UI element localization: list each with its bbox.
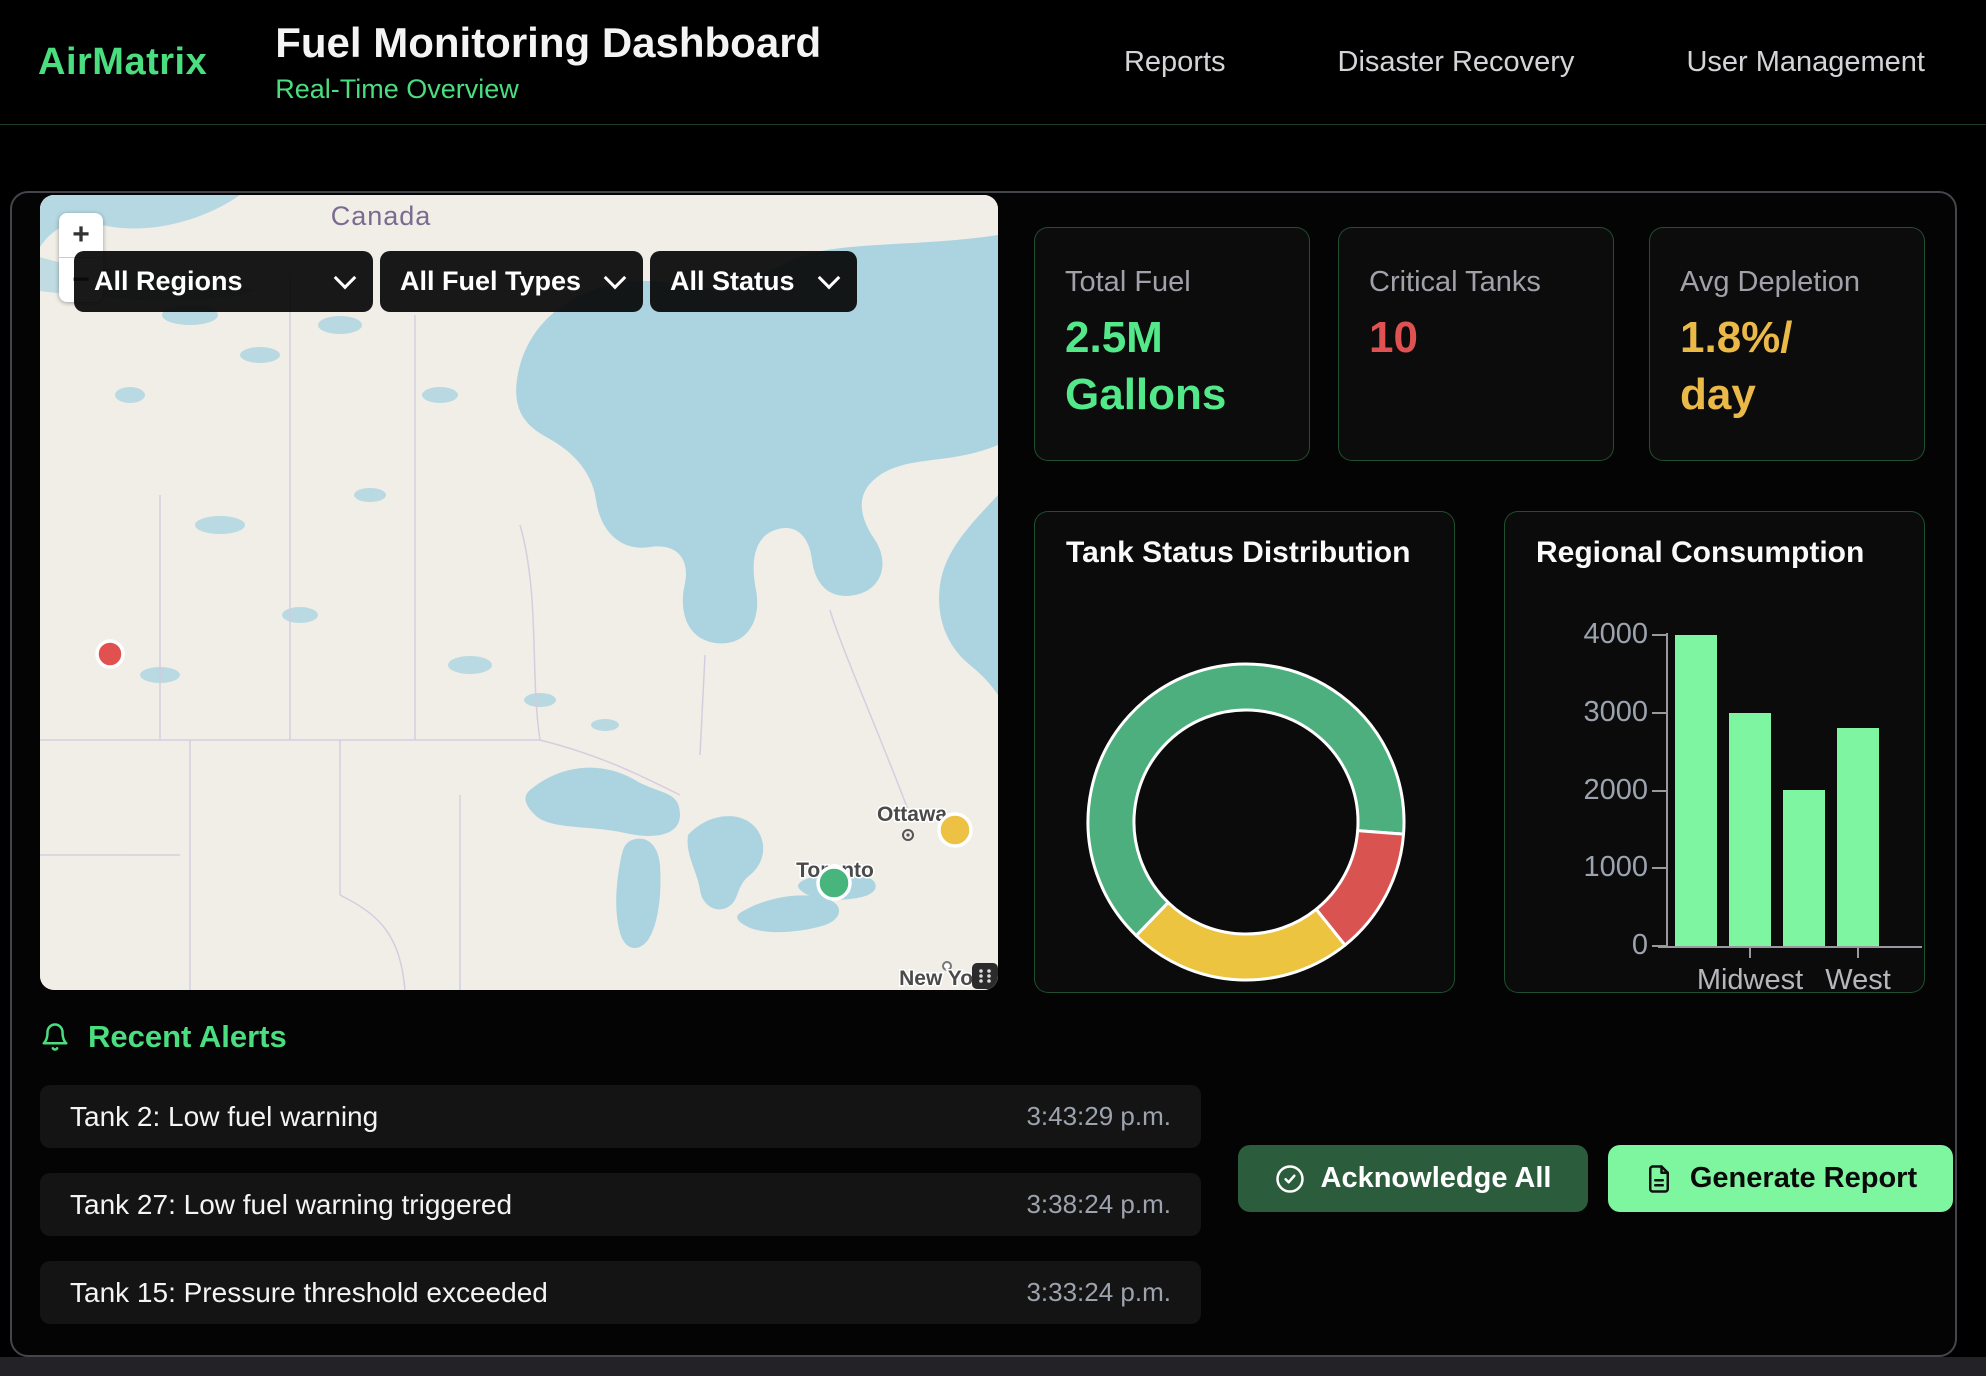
bar-chart-x-axis <box>1658 946 1922 948</box>
y-axis-tick-label: 2000 <box>1538 774 1648 807</box>
stat-card-total-fuel: Total Fuel 2.5MGallons <box>1034 227 1310 461</box>
check-circle-icon <box>1275 1164 1305 1194</box>
page-subtitle: Real-Time Overview <box>275 74 821 105</box>
fuel-type-filter-label: All Fuel Types <box>400 266 581 297</box>
top-header: AirMatrix Fuel Monitoring Dashboard Real… <box>0 0 1986 125</box>
fuel-monitoring-dashboard: { "header": { "brand": "AirMatrix", "tit… <box>0 0 1986 1376</box>
bottom-strip <box>0 1357 1986 1376</box>
tank-map[interactable]: Canada Toronto Ottawa New York + <box>40 195 998 990</box>
status-filter-label: All Status <box>670 266 795 297</box>
y-axis-tick-label: 1000 <box>1538 851 1648 884</box>
resize-grip-icon[interactable] <box>972 963 998 989</box>
tank-status-chart-title: Tank Status Distribution <box>1066 536 1410 570</box>
main-nav: Reports Disaster Recovery User Managemen… <box>1124 46 1986 79</box>
donut-segment-warning <box>1136 903 1345 980</box>
page-title: Fuel Monitoring Dashboard <box>275 19 821 67</box>
y-axis-tick <box>1652 712 1666 714</box>
tank-status-card: Tank Status Distribution <box>1034 511 1455 993</box>
y-axis-tick <box>1652 790 1666 792</box>
x-axis-tick-label: West <box>1825 964 1891 997</box>
alert-row: Tank 2: Low fuel warning 3:43:29 p.m. <box>40 1085 1201 1148</box>
generate-report-button[interactable]: Generate Report <box>1608 1145 1953 1212</box>
alerts-header: Recent Alerts <box>40 1019 287 1055</box>
y-axis-tick-label: 3000 <box>1538 696 1648 729</box>
y-axis-tick-label: 4000 <box>1538 618 1648 651</box>
alerts-title: Recent Alerts <box>88 1019 287 1055</box>
stat-value: 10 <box>1369 309 1583 366</box>
map-label-canada: Canada <box>331 201 432 231</box>
stat-label: Avg Depletion <box>1680 266 1894 299</box>
stat-label: Total Fuel <box>1065 266 1279 299</box>
x-axis-tick <box>1749 948 1751 958</box>
status-filter-dropdown[interactable]: All Status <box>650 251 857 312</box>
alert-time: 3:38:24 p.m. <box>1026 1189 1171 1220</box>
x-axis-tick <box>1857 948 1859 958</box>
tank-status-donut-chart <box>1076 652 1416 992</box>
map-filter-bar: All Regions All Fuel Types All Status <box>74 251 857 312</box>
stat-card-avg-depletion: Avg Depletion 1.8%/day <box>1649 227 1925 461</box>
nav-item-user-management[interactable]: User Management <box>1686 46 1925 79</box>
stat-label: Critical Tanks <box>1369 266 1583 299</box>
consumption-bar <box>1783 790 1825 946</box>
alert-text: Tank 27: Low fuel warning triggered <box>70 1189 512 1221</box>
acknowledge-all-label: Acknowledge All <box>1321 1162 1552 1195</box>
consumption-bar <box>1729 713 1771 946</box>
regional-chart-title: Regional Consumption <box>1536 536 1864 570</box>
y-axis-tick <box>1652 634 1666 636</box>
ottawa-town-dot <box>906 833 909 836</box>
generate-report-label: Generate Report <box>1690 1162 1917 1195</box>
tank-marker-warning[interactable] <box>939 814 971 846</box>
stat-value: 2.5MGallons <box>1065 309 1279 423</box>
y-axis-tick <box>1652 945 1666 947</box>
consumption-bar <box>1675 635 1717 946</box>
region-filter-dropdown[interactable]: All Regions <box>74 251 373 312</box>
consumption-bar <box>1837 728 1879 946</box>
y-axis-tick-label: 0 <box>1538 929 1648 962</box>
main-panel: Canada Toronto Ottawa New York + <box>10 191 1957 1357</box>
alert-time: 3:43:29 p.m. <box>1026 1101 1171 1132</box>
chevron-down-icon <box>604 267 627 290</box>
document-icon <box>1644 1164 1674 1194</box>
region-filter-label: All Regions <box>94 266 243 297</box>
alert-row: Tank 15: Pressure threshold exceeded 3:3… <box>40 1261 1201 1324</box>
nav-item-disaster-recovery[interactable]: Disaster Recovery <box>1338 46 1575 79</box>
chevron-down-icon <box>334 267 357 290</box>
tank-marker-normal[interactable] <box>818 867 850 899</box>
tank-marker-critical[interactable] <box>97 641 123 667</box>
fuel-type-filter-dropdown[interactable]: All Fuel Types <box>380 251 643 312</box>
bar-chart-plot-area <box>1668 635 1918 946</box>
chevron-down-icon <box>818 267 841 290</box>
map-label-ottawa: Ottawa <box>877 803 947 826</box>
alert-text: Tank 15: Pressure threshold exceeded <box>70 1277 548 1309</box>
x-axis-tick-label: Midwest <box>1697 964 1803 997</box>
stat-value: 1.8%/day <box>1680 309 1894 423</box>
title-block: Fuel Monitoring Dashboard Real-Time Over… <box>275 19 821 105</box>
alert-row: Tank 27: Low fuel warning triggered 3:38… <box>40 1173 1201 1236</box>
bell-icon <box>40 1021 70 1053</box>
nav-item-reports[interactable]: Reports <box>1124 46 1226 79</box>
alert-text: Tank 2: Low fuel warning <box>70 1101 378 1133</box>
regional-consumption-card: Regional Consumption 01000200030004000Mi… <box>1504 511 1925 993</box>
map-canvas[interactable]: Canada Toronto Ottawa New York <box>40 195 998 990</box>
brand-logo: AirMatrix <box>38 41 207 84</box>
acknowledge-all-button[interactable]: Acknowledge All <box>1238 1145 1588 1212</box>
alert-time: 3:33:24 p.m. <box>1026 1277 1171 1308</box>
y-axis-tick <box>1652 867 1666 869</box>
stat-card-critical-tanks: Critical Tanks 10 <box>1338 227 1614 461</box>
